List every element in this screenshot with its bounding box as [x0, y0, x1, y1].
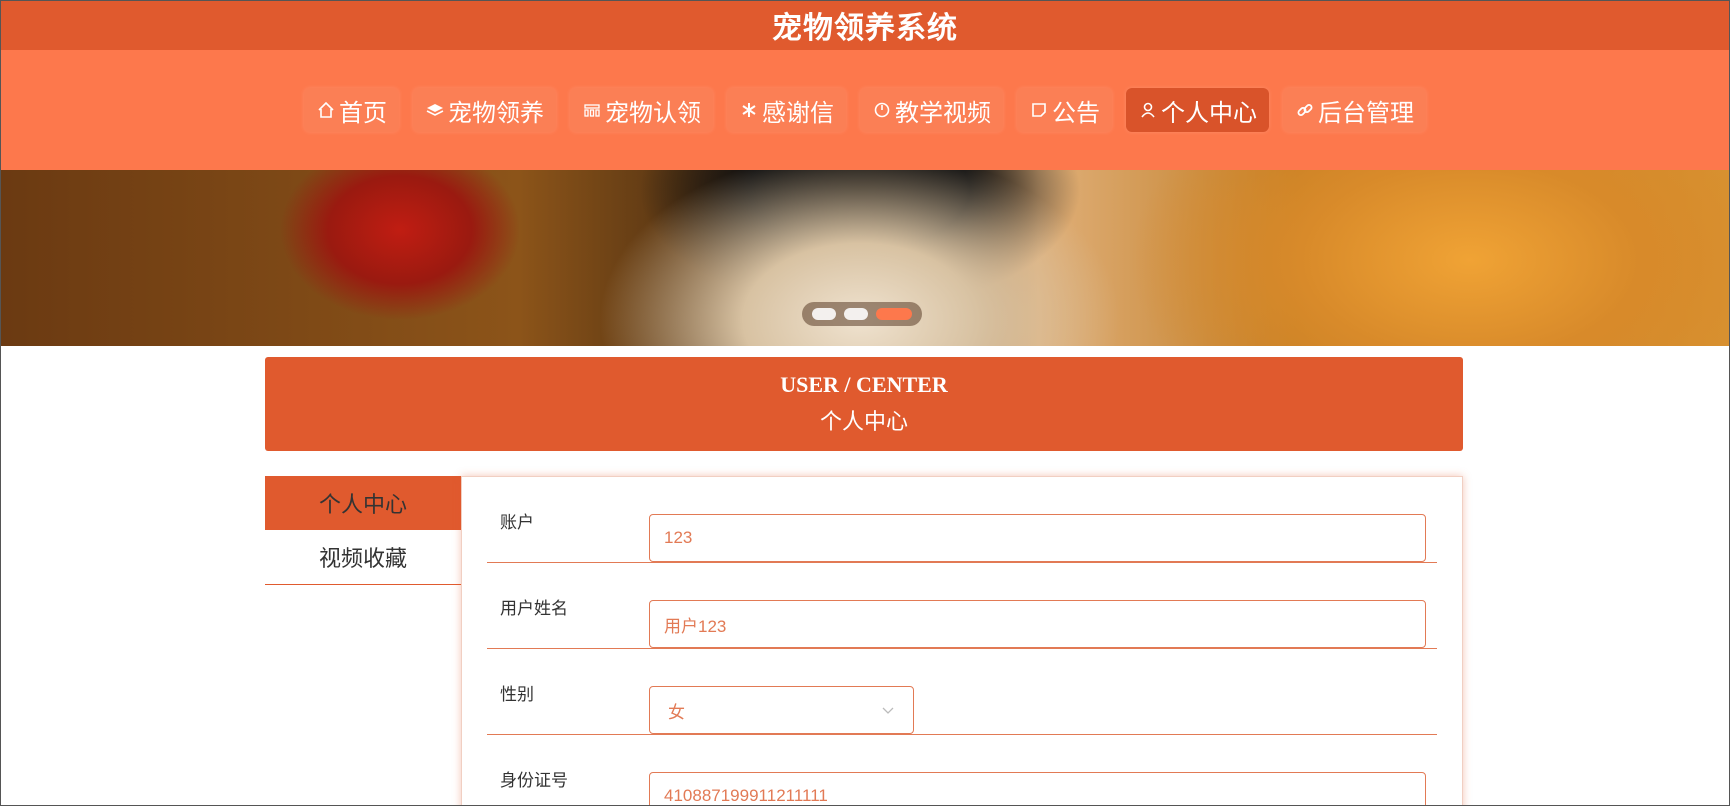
chevron-down-icon — [881, 703, 895, 717]
carousel-dot[interactable] — [844, 308, 868, 320]
nav-item-announcement[interactable]: 公告 — [1017, 88, 1112, 132]
page: 宠物领养系统 首页 宠物领养 宠物认领 感谢信 教学视频 公告 个人中心 后台管… — [0, 0, 1730, 806]
nav-item-admin[interactable]: 后台管理 — [1283, 88, 1426, 132]
main-nav: 首页 宠物领养 宠物认领 感谢信 教学视频 公告 个人中心 后台管理 — [0, 50, 1730, 170]
nav-item-label: 宠物领养 — [448, 99, 544, 127]
id-number-label: 身份证号 — [500, 770, 568, 790]
nav-item-label: 后台管理 — [1318, 99, 1414, 127]
nav-item-label: 个人中心 — [1161, 99, 1257, 127]
home-icon — [316, 100, 336, 120]
nav-item-home[interactable]: 首页 — [304, 88, 399, 132]
nav-item-teaching-video[interactable]: 教学视频 — [860, 88, 1003, 132]
profile-form: 账户 用户姓名 性别 女 身份证号 — [461, 476, 1463, 806]
form-row-id-number: 身份证号 — [487, 735, 1437, 806]
snowflake-icon — [739, 100, 759, 120]
nav-item-label: 教学视频 — [895, 99, 991, 127]
banner-carousel — [0, 170, 1730, 346]
section-title-cn: 个人中心 — [819, 409, 908, 434]
nav-item-label: 宠物认领 — [605, 99, 701, 127]
link-icon — [1295, 100, 1315, 120]
sidebar-item-label: 个人中心 — [318, 492, 407, 517]
sidebar-divider — [265, 584, 461, 585]
nav-item-label: 公告 — [1052, 99, 1100, 127]
gender-selected-value: 女 — [668, 702, 685, 722]
grid-icon — [582, 100, 602, 120]
carousel-dot[interactable] — [812, 308, 836, 320]
nav-item-personal-center[interactable]: 个人中心 — [1126, 88, 1269, 132]
form-row-account: 账户 — [487, 477, 1437, 563]
note-icon — [1029, 100, 1049, 120]
sidebar-item-personal-center[interactable]: 个人中心 — [265, 476, 461, 530]
nav-item-label: 感谢信 — [762, 99, 834, 127]
site-header: 宠物领养系统 — [0, 0, 1730, 50]
section-title-en: USER / CENTER — [780, 372, 948, 397]
account-field[interactable] — [649, 514, 1426, 562]
user-icon — [1138, 100, 1158, 120]
layers-icon — [425, 100, 445, 120]
gender-label: 性别 — [500, 684, 534, 704]
site-title: 宠物领养系统 — [772, 12, 958, 45]
carousel-dot-active[interactable] — [876, 308, 912, 320]
nav-item-pet-adoption[interactable]: 宠物领养 — [413, 88, 556, 132]
sidebar-item-label: 视频收藏 — [318, 546, 407, 571]
sidebar-menu: 个人中心 视频收藏 — [265, 476, 461, 585]
form-row-gender: 性别 女 — [487, 649, 1437, 735]
username-field[interactable] — [649, 600, 1426, 648]
nav-item-thank-you-letter[interactable]: 感谢信 — [727, 88, 846, 132]
username-label: 用户姓名 — [500, 598, 568, 618]
sidebar-item-video-favorites[interactable]: 视频收藏 — [265, 530, 461, 584]
gender-select[interactable]: 女 — [649, 686, 914, 734]
id-number-field[interactable] — [649, 772, 1426, 806]
account-label: 账户 — [500, 512, 534, 532]
clock-icon — [872, 100, 892, 120]
section-header: USER / CENTER 个人中心 — [265, 357, 1463, 451]
nav-item-pet-claim[interactable]: 宠物认领 — [570, 88, 713, 132]
carousel-indicators — [802, 302, 922, 326]
form-row-username: 用户姓名 — [487, 563, 1437, 649]
nav-item-label: 首页 — [339, 99, 387, 127]
